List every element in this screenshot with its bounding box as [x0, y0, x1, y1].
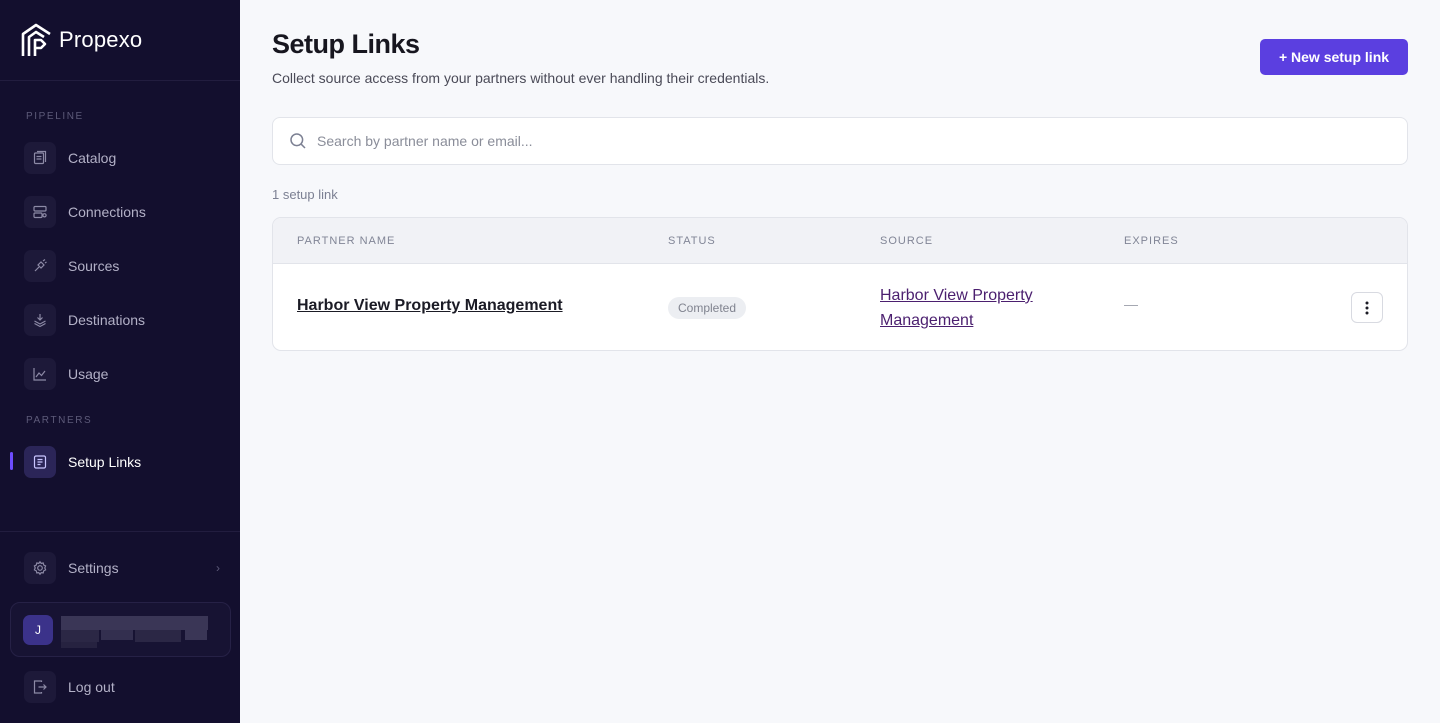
column-header-expires: EXPIRES: [1124, 235, 1179, 247]
sidebar-item-logout[interactable]: Log out: [24, 671, 224, 703]
status-badge: Completed: [668, 297, 747, 319]
setup-links-table: PARTNER NAME STATUS SOURCE EXPIRES Harbo…: [272, 217, 1408, 351]
new-setup-link-button[interactable]: + New setup link: [1260, 39, 1408, 75]
sidebar-item-usage[interactable]: Usage: [24, 358, 224, 390]
setup-links-icon: [24, 446, 56, 478]
sidebar-item-label: Destinations: [68, 312, 146, 328]
sources-icon: [24, 250, 56, 282]
search-icon: [290, 133, 306, 149]
sidebar-item-label: Connections: [68, 204, 146, 220]
partner-name-link[interactable]: Harbor View Property Management: [297, 297, 563, 315]
connections-icon: [24, 196, 56, 228]
sidebar-item-connections[interactable]: Connections: [24, 196, 224, 228]
column-header-source: SOURCE: [880, 235, 934, 247]
sidebar-item-setup-links[interactable]: Setup Links: [24, 446, 224, 478]
search-bar: [272, 117, 1408, 165]
destinations-icon: [24, 304, 56, 336]
avatar: J: [23, 614, 53, 645]
chevron-right-icon: ›: [216, 561, 220, 575]
main-content: Setup Links Collect source access from y…: [240, 0, 1440, 723]
sidebar-item-settings[interactable]: Settings ›: [24, 552, 224, 584]
more-vertical-icon: [1365, 301, 1369, 314]
sidebar-item-catalog[interactable]: Catalog: [24, 142, 224, 174]
sidebar-item-label: Settings: [68, 560, 119, 576]
brand[interactable]: Propexo: [0, 0, 240, 81]
logout-icon: [24, 671, 56, 703]
row-actions-button[interactable]: [1351, 292, 1383, 323]
gear-icon: [24, 552, 56, 584]
section-label-pipeline: PIPELINE: [26, 111, 84, 122]
active-indicator: [10, 452, 13, 470]
sidebar: Propexo PIPELINE Catalog Connections Sou…: [0, 0, 240, 723]
sidebar-item-label: Log out: [68, 679, 115, 695]
result-count: 1 setup link: [272, 187, 338, 202]
table-header: PARTNER NAME STATUS SOURCE EXPIRES: [273, 218, 1407, 264]
sidebar-item-label: Usage: [68, 366, 109, 382]
propexo-logo-icon: [21, 23, 51, 56]
usage-icon: [24, 358, 56, 390]
column-header-status: STATUS: [668, 235, 716, 247]
search-input[interactable]: [317, 133, 1377, 149]
sidebar-divider: [0, 531, 240, 532]
column-header-partner-name: PARTNER NAME: [297, 235, 396, 247]
sidebar-item-label: Sources: [68, 258, 120, 274]
brand-name: Propexo: [59, 27, 143, 52]
sidebar-item-label: Setup Links: [68, 454, 142, 470]
expires-value: —: [1124, 296, 1138, 312]
source-link[interactable]: Harbor View Property Management: [880, 283, 1070, 333]
user-info-redacted: [61, 610, 213, 650]
sidebar-item-label: Catalog: [68, 150, 117, 166]
table-row: Harbor View Property Management Complete…: [273, 264, 1407, 350]
page-title: Setup Links: [272, 29, 420, 59]
sidebar-item-sources[interactable]: Sources: [24, 250, 224, 282]
sidebar-item-destinations[interactable]: Destinations: [24, 304, 224, 336]
page-subtitle: Collect source access from your partners…: [272, 70, 770, 86]
section-label-partners: PARTNERS: [26, 415, 93, 426]
user-menu[interactable]: J: [10, 602, 231, 657]
catalog-icon: [24, 142, 56, 174]
